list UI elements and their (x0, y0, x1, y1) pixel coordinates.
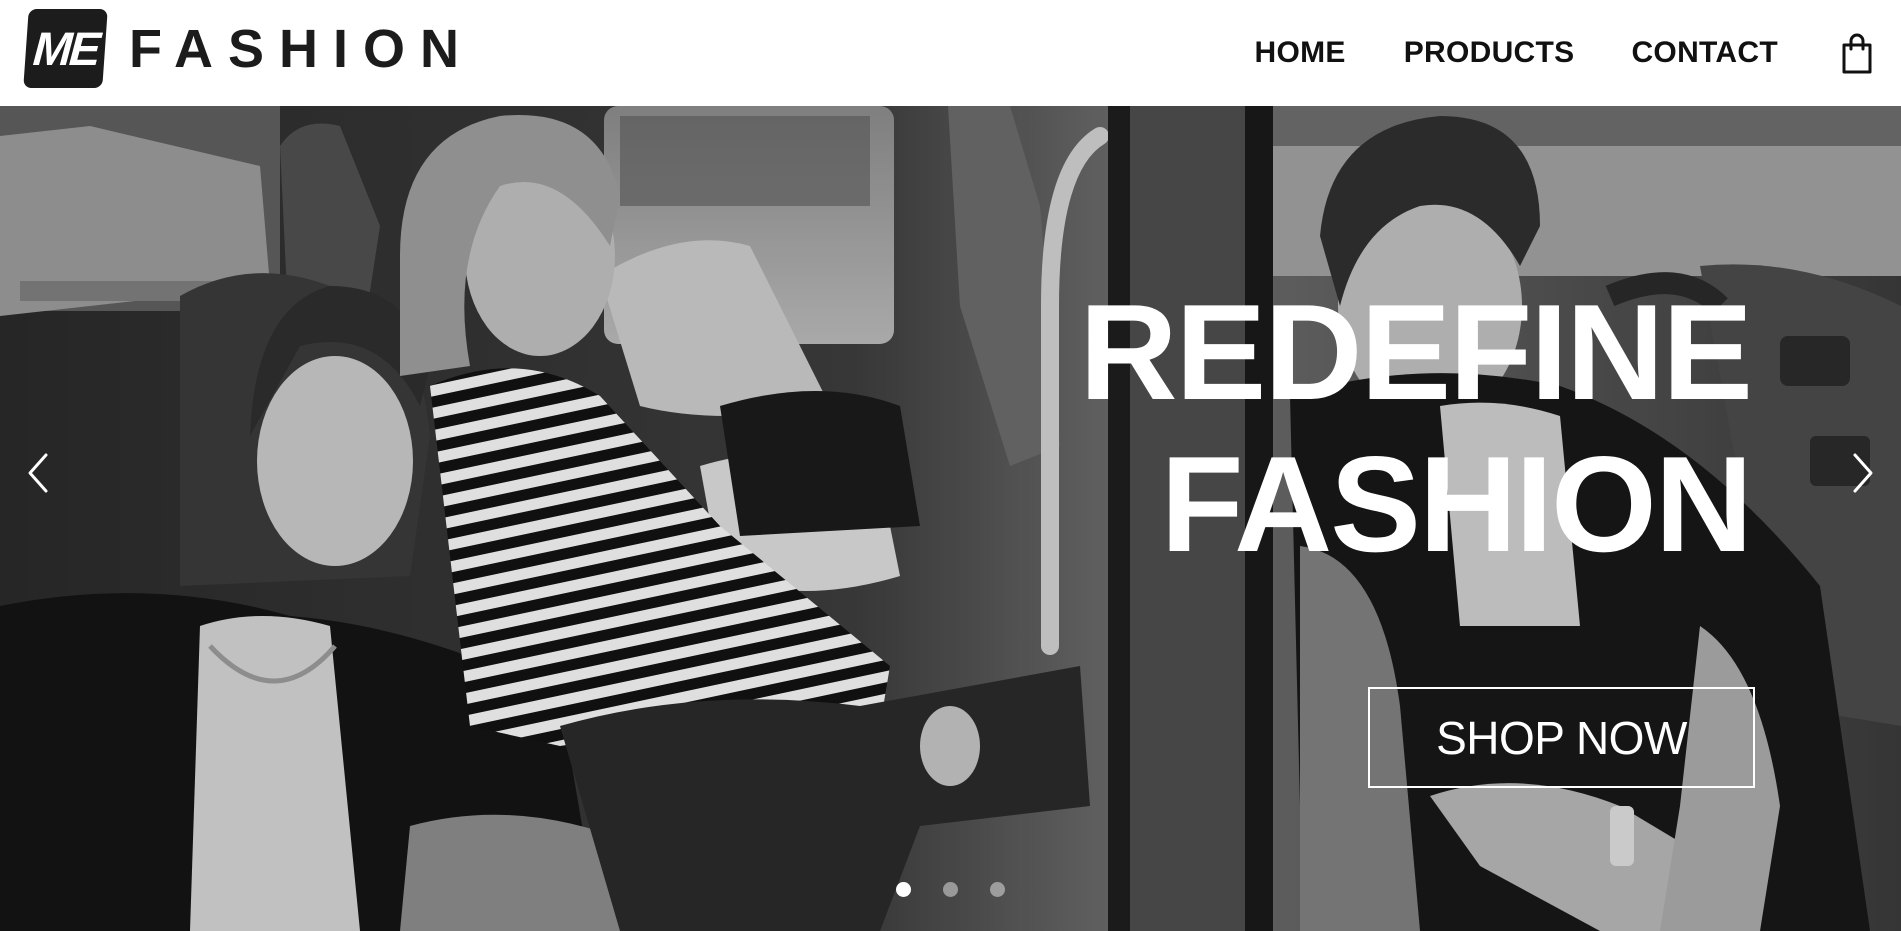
cart-button[interactable] (1840, 31, 1874, 75)
brand-logo[interactable]: ME FASHION (23, 9, 475, 88)
hero-headline: REDEFINE FASHION (1079, 276, 1753, 580)
shopping-bag-icon (1842, 33, 1872, 74)
hero-headline-line1: REDEFINE (1079, 276, 1753, 428)
carousel-dot-2[interactable] (943, 882, 958, 897)
carousel-indicators (896, 882, 1005, 897)
hero-headline-line2: FASHION (1160, 428, 1753, 580)
hero-carousel: REDEFINE FASHION SHOP NOW (0, 106, 1901, 931)
chevron-left-icon (28, 453, 48, 493)
carousel-dot-3[interactable] (990, 882, 1005, 897)
chevron-right-icon (1853, 453, 1873, 493)
logo-badge: ME (23, 9, 108, 88)
shop-now-button[interactable]: SHOP NOW (1368, 687, 1755, 788)
nav-contact-link[interactable]: CONTACT (1631, 36, 1778, 70)
main-nav: HOME PRODUCTS CONTACT (1255, 0, 1901, 106)
site-header: ME FASHION HOME PRODUCTS CONTACT (0, 0, 1901, 106)
carousel-dot-1[interactable] (896, 882, 911, 897)
brand-name: FASHION (129, 18, 475, 79)
nav-products-link[interactable]: PRODUCTS (1404, 36, 1575, 70)
carousel-prev-button[interactable] (16, 443, 60, 503)
carousel-next-button[interactable] (1841, 443, 1885, 503)
nav-home-link[interactable]: HOME (1255, 36, 1346, 70)
